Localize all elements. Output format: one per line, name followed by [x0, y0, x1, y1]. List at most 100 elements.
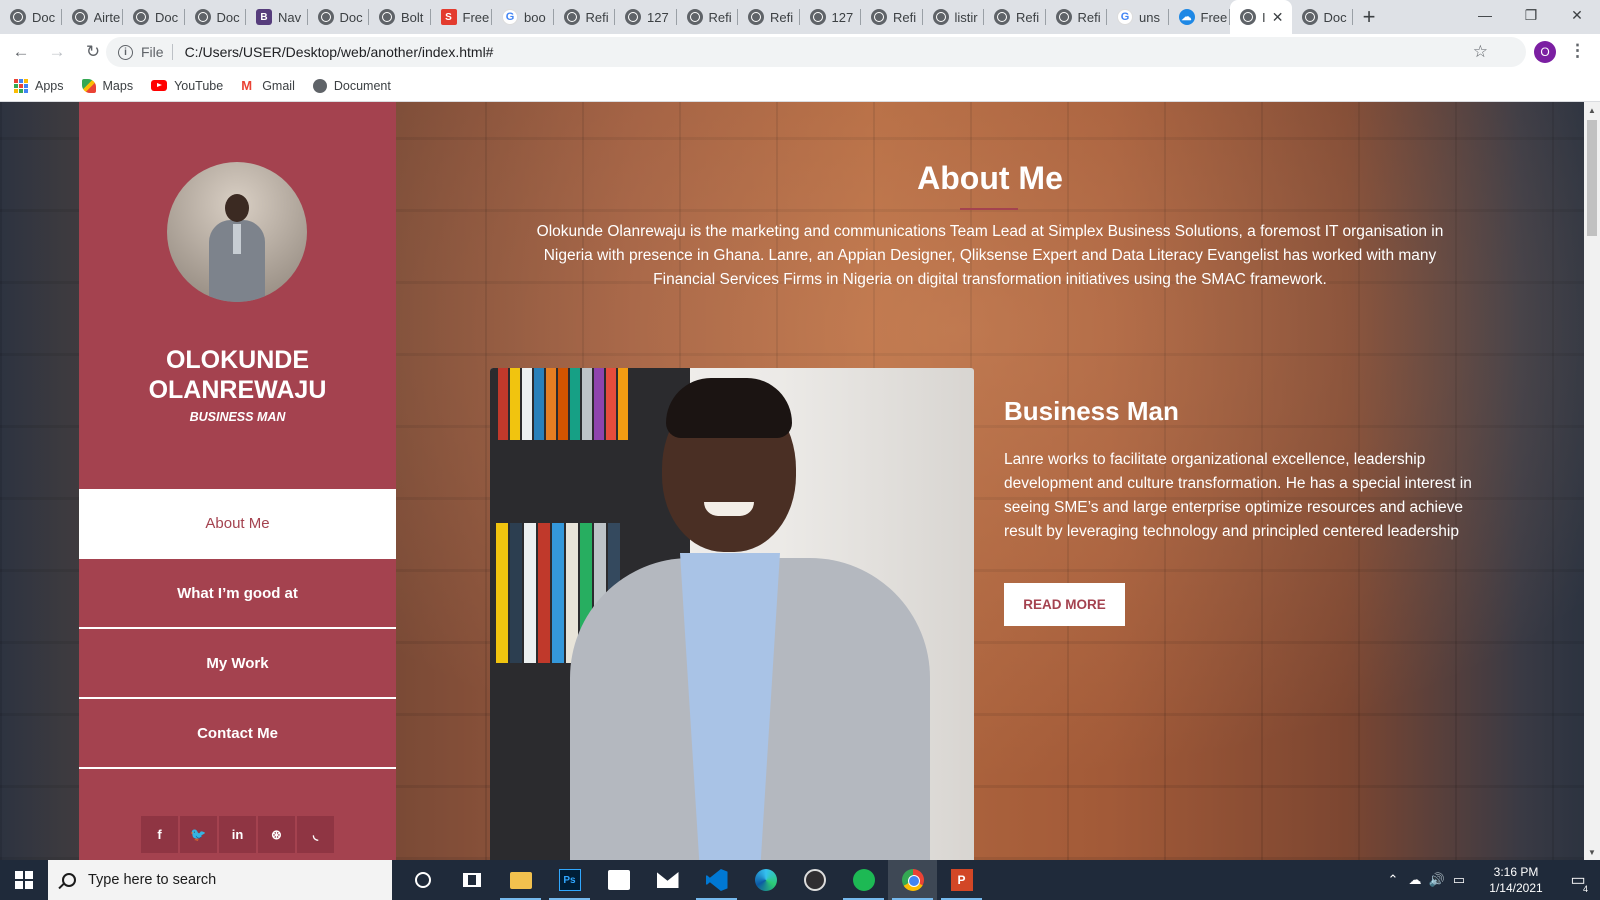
- browser-tab[interactable]: ☁ Free: [1169, 0, 1231, 34]
- window-controls: — ❐ ✕: [1462, 0, 1600, 30]
- new-tab-button[interactable]: +: [1353, 0, 1385, 34]
- browser-tab[interactable]: B Nav: [246, 0, 308, 34]
- globe-icon: [686, 9, 703, 25]
- twitter-icon[interactable]: 🐦: [180, 816, 217, 853]
- taskbar-vscode[interactable]: [692, 860, 741, 900]
- bookmarks-bar: Apps Maps YouTube M Gmail Document: [0, 70, 1600, 102]
- browser-tab[interactable]: Refi: [1046, 0, 1108, 34]
- tab-title: Refi: [585, 9, 609, 25]
- chevron-up-icon[interactable]: ⌃: [1382, 872, 1404, 888]
- taskbar-search[interactable]: Type here to search: [48, 860, 392, 900]
- taskbar-powerpoint[interactable]: P: [937, 860, 986, 900]
- obs-icon: [803, 869, 826, 891]
- taskbar-spotify[interactable]: [839, 860, 888, 900]
- menu-item-contact-me[interactable]: Contact Me: [79, 699, 396, 769]
- file-explorer-icon: [509, 871, 532, 889]
- scrollbar-thumb[interactable]: [1587, 120, 1597, 236]
- browser-tab[interactable]: Doc: [185, 0, 247, 34]
- profile-avatar[interactable]: O: [1534, 41, 1556, 63]
- close-tab-icon[interactable]: ✕: [1272, 9, 1284, 26]
- site-info-icon[interactable]: i: [118, 44, 133, 60]
- bookmark-maps[interactable]: Maps: [81, 78, 133, 93]
- tab-title: Free: [462, 9, 490, 25]
- browser-tab[interactable]: Refi: [554, 0, 616, 34]
- menu-item-my-work[interactable]: My Work: [79, 629, 396, 699]
- linkedin-icon[interactable]: in: [219, 816, 256, 853]
- cloudsave-icon: ☁: [1178, 9, 1195, 25]
- taskbar-mail[interactable]: [643, 860, 692, 900]
- taskbar-obs[interactable]: [790, 860, 839, 900]
- cortana-button[interactable]: [398, 860, 447, 900]
- browser-tab[interactable]: Refi: [738, 0, 800, 34]
- onedrive-icon[interactable]: ☁: [1404, 872, 1426, 888]
- bookmark-document[interactable]: Document: [312, 78, 391, 93]
- page-scrollbar[interactable]: ▲ ▼: [1584, 102, 1600, 860]
- menu-item-about-me[interactable]: About Me: [79, 489, 396, 559]
- browser-tab[interactable]: Refi: [677, 0, 739, 34]
- facebook-icon[interactable]: f: [141, 816, 178, 853]
- scroll-up-icon[interactable]: ▲: [1584, 102, 1600, 118]
- section-title: About Me: [917, 160, 1063, 196]
- start-button[interactable]: [0, 860, 48, 900]
- browser-tab[interactable]: Bolt: [369, 0, 431, 34]
- minimize-button[interactable]: —: [1462, 0, 1508, 30]
- bookmark-label: Document: [333, 78, 391, 93]
- browser-tab[interactable]: Doc: [0, 0, 62, 34]
- read-more-button[interactable]: READ MORE: [1004, 583, 1125, 626]
- browser-tab[interactable]: Doc: [123, 0, 185, 34]
- taskbar-clock[interactable]: 3:16 PM 1/14/2021: [1476, 864, 1556, 896]
- mail-icon: [656, 872, 679, 888]
- browser-tab[interactable]: 127: [800, 0, 862, 34]
- rss-icon[interactable]: ◟: [297, 816, 334, 853]
- tab-title: uns: [1139, 9, 1160, 25]
- bookmark-youtube[interactable]: YouTube: [151, 79, 223, 93]
- close-window-button[interactable]: ✕: [1554, 0, 1600, 30]
- bookmark-gmail[interactable]: M Gmail: [241, 77, 295, 93]
- taskbar-chrome[interactable]: [888, 860, 937, 900]
- browser-tab-strip: Doc Airte Doc Doc B Nav Doc Bolt S Free Gboo Refi 12…: [0, 0, 1600, 34]
- bookmark-star-icon[interactable]: ☆: [1473, 42, 1488, 62]
- browser-menu-icon[interactable]: ⋮: [1569, 41, 1586, 61]
- search-icon: [62, 873, 76, 887]
- sidebar-menu: About Me What I’m good at My Work Contac…: [79, 489, 396, 769]
- browser-tab[interactable]: Gboo: [492, 0, 554, 34]
- globe-icon: [1240, 9, 1256, 25]
- restore-button[interactable]: ❐: [1508, 0, 1554, 30]
- menu-item-skills[interactable]: What I’m good at: [79, 559, 396, 629]
- browser-toolbar: ← → ↻ i File C:/Users/USER/Desktop/web/a…: [0, 34, 1600, 70]
- browser-tab[interactable]: S Free: [431, 0, 493, 34]
- browser-tab-active[interactable]: I ✕: [1230, 0, 1292, 34]
- gmail-icon: M: [241, 77, 253, 93]
- taskbar-edge[interactable]: [741, 860, 790, 900]
- back-button[interactable]: ←: [6, 37, 36, 67]
- browser-tab[interactable]: listir: [923, 0, 985, 34]
- bookmark-apps[interactable]: Apps: [14, 78, 64, 93]
- scroll-down-icon[interactable]: ▼: [1584, 844, 1600, 860]
- taskbar-file-explorer[interactable]: [496, 860, 545, 900]
- browser-tab[interactable]: Refi: [984, 0, 1046, 34]
- browser-tab[interactable]: Doc: [308, 0, 370, 34]
- browser-tab[interactable]: 127: [615, 0, 677, 34]
- browser-tab[interactable]: Refi: [861, 0, 923, 34]
- vscode-icon: [705, 869, 728, 891]
- taskbar-store[interactable]: [594, 860, 643, 900]
- task-view-button[interactable]: [447, 860, 496, 900]
- volume-icon[interactable]: 🔊: [1426, 872, 1448, 888]
- browser-tab[interactable]: Airte: [62, 0, 124, 34]
- taskbar-photoshop[interactable]: Ps: [545, 860, 594, 900]
- globe-icon: [871, 9, 887, 25]
- profile-role: BUSINESS MAN: [189, 410, 286, 424]
- browser-tab[interactable]: Guns: [1107, 0, 1169, 34]
- profile-avatar-photo: [167, 162, 307, 302]
- address-bar[interactable]: i File C:/Users/USER/Desktop/web/another…: [106, 37, 1526, 67]
- dribbble-icon[interactable]: ⊛: [258, 816, 295, 853]
- globe-icon: [932, 9, 949, 25]
- forward-button[interactable]: →: [42, 37, 72, 67]
- network-icon[interactable]: ▭: [1448, 872, 1470, 888]
- notification-center-icon[interactable]: ▭ 4: [1556, 870, 1600, 894]
- browser-tab[interactable]: Doc: [1292, 0, 1354, 34]
- reload-button[interactable]: ↻: [78, 37, 108, 67]
- globe-icon: [563, 9, 580, 25]
- google-icon: G: [502, 9, 518, 25]
- url-text[interactable]: C:/Users/USER/Desktop/web/another/index.…: [185, 44, 494, 60]
